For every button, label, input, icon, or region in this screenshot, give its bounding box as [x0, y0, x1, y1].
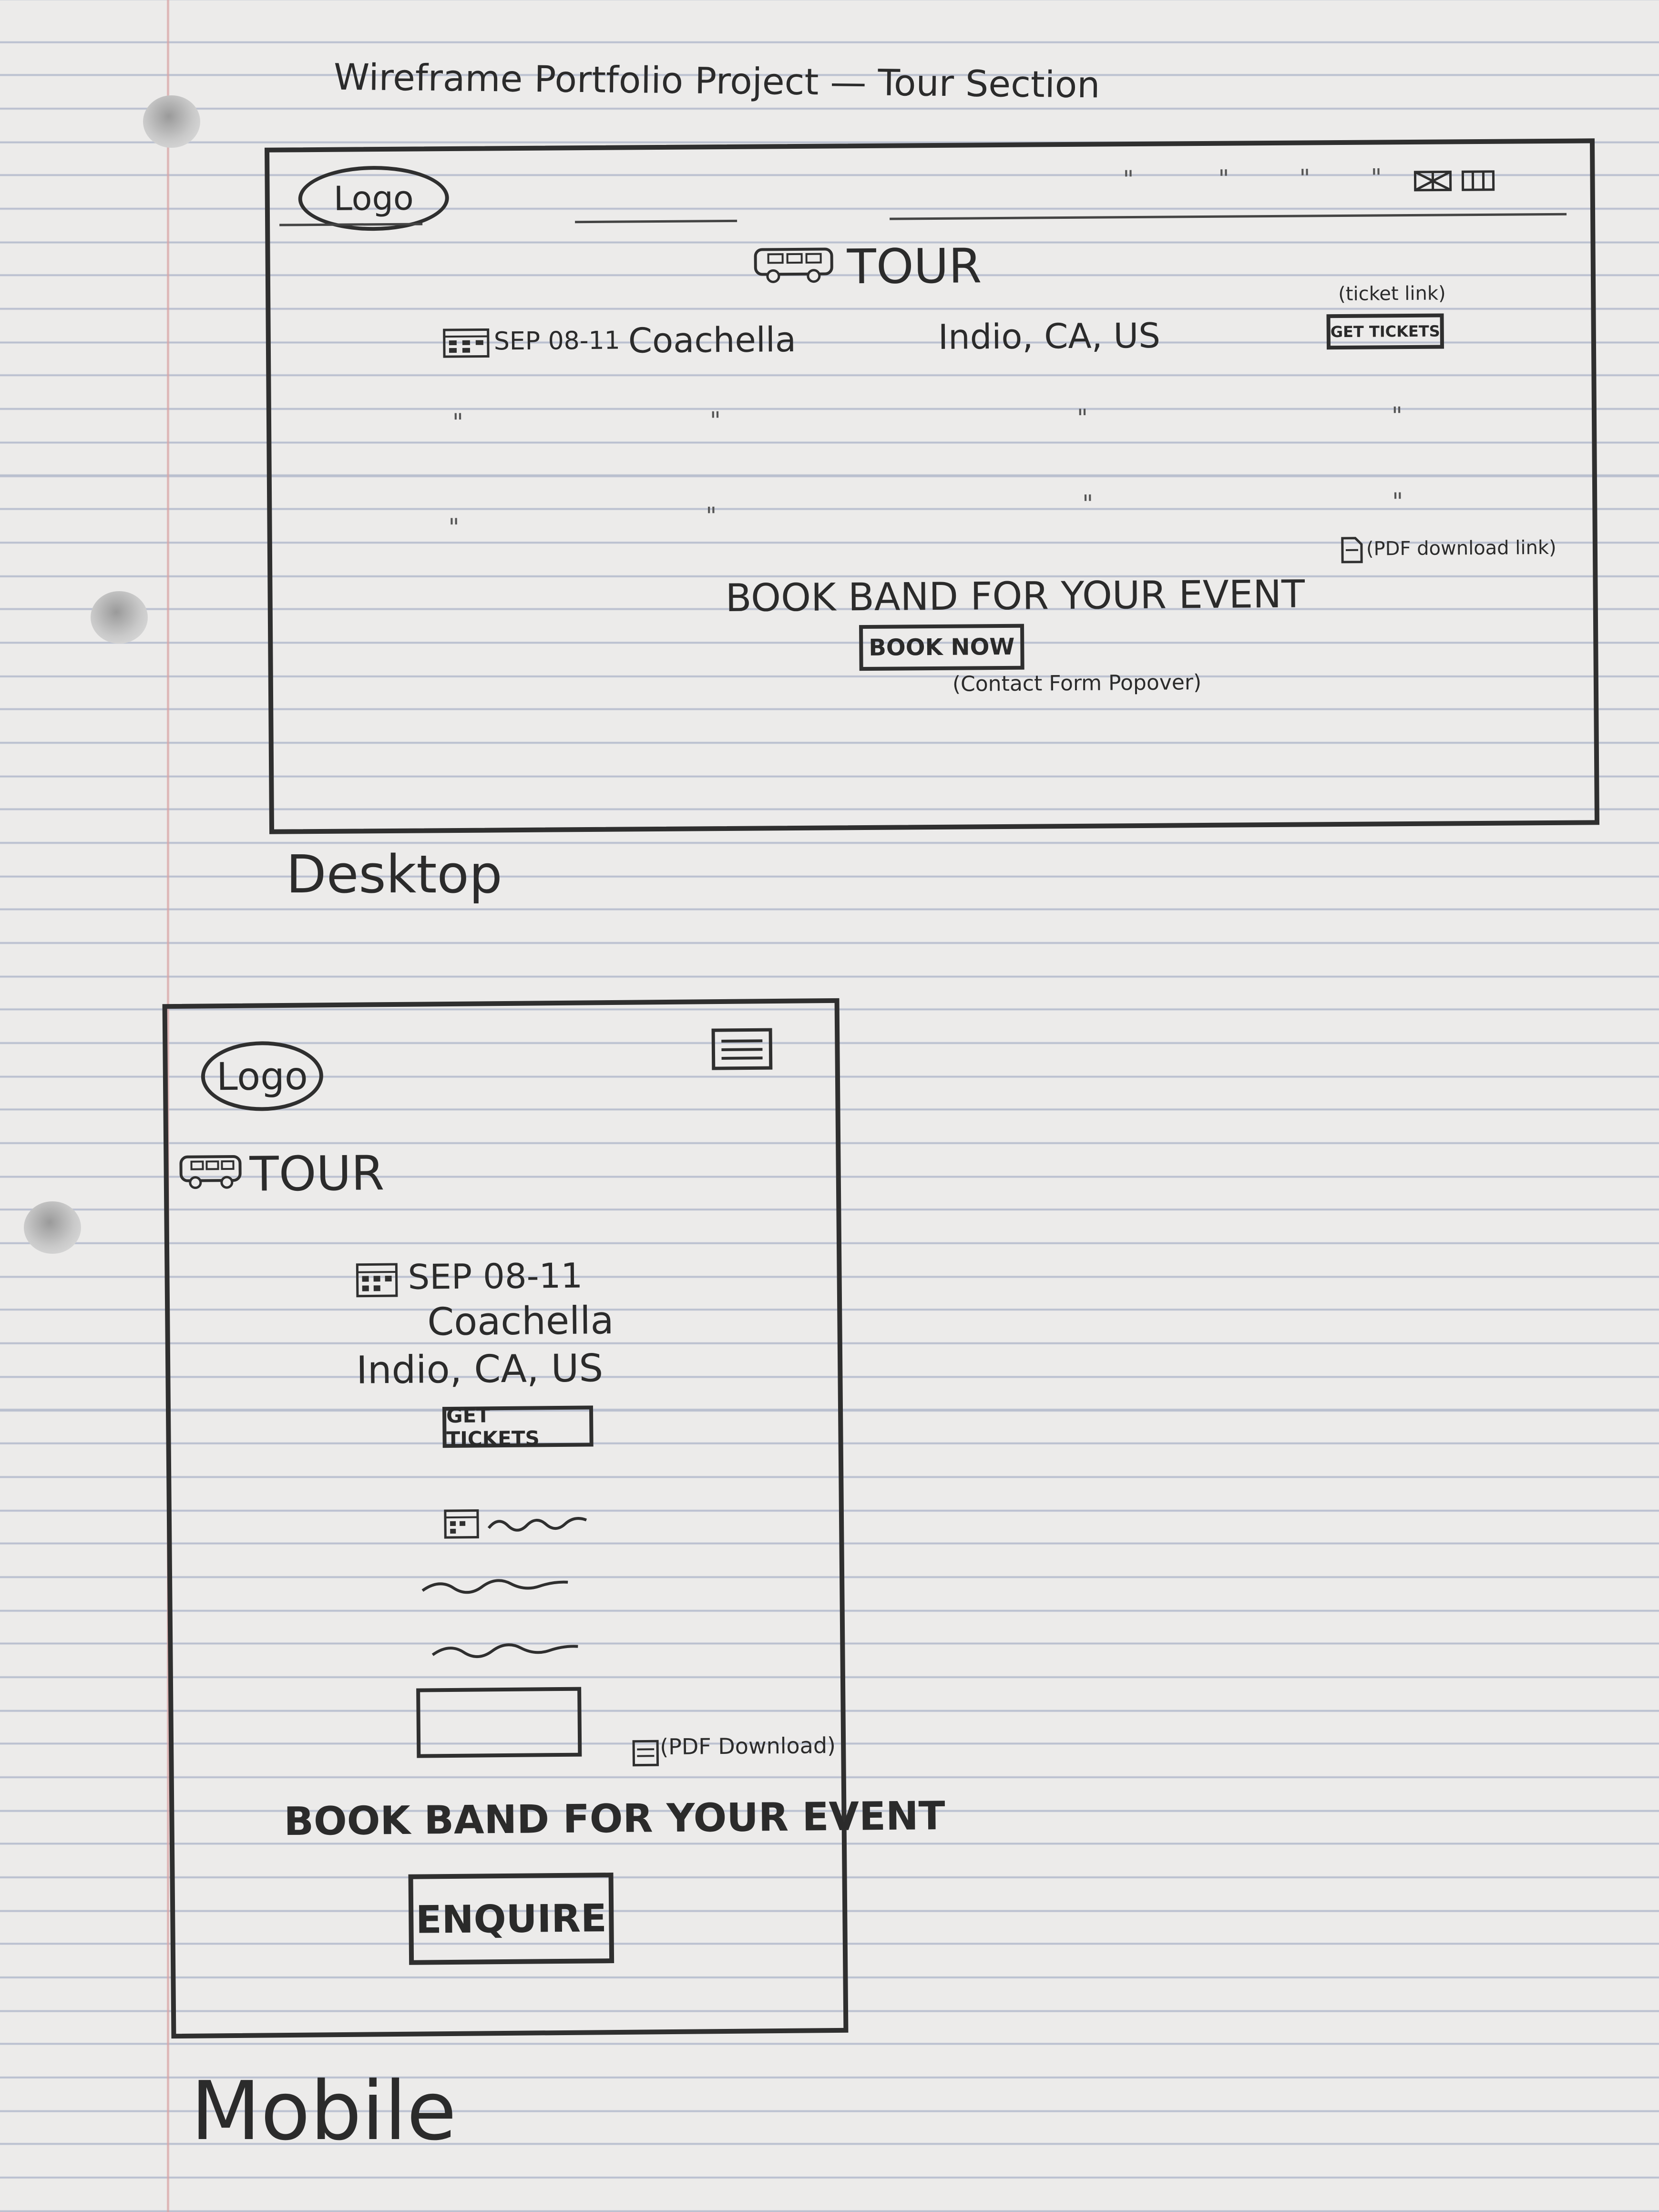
header-divider — [890, 213, 1567, 220]
nav-item[interactable]: " — [1123, 165, 1134, 193]
event-row-ditto: " — [1392, 488, 1403, 516]
desktop-label: Desktop — [286, 844, 502, 905]
punch-hole — [91, 591, 148, 644]
get-tickets-button[interactable]: GET TICKETS — [442, 1403, 594, 1451]
desktop-frame: Logo " " " " TOUR SEP 08-11 Coachella In… — [265, 138, 1599, 834]
event-row-ditto: " — [448, 513, 460, 542]
logo[interactable]: Logo — [201, 1041, 324, 1112]
section-title: TOUR — [249, 1145, 385, 1202]
punch-hole — [24, 1201, 81, 1254]
event-row-ditto: " — [1076, 404, 1088, 432]
get-tickets-button[interactable]: GET TICKETS — [1326, 313, 1444, 350]
ticket-note: (ticket link) — [1338, 282, 1446, 306]
squiggle — [421, 1579, 568, 1594]
squiggle — [431, 1643, 578, 1659]
page-title: Wireframe Portfolio Project — Tour Secti… — [333, 55, 1100, 106]
event-row-ditto: " — [1391, 402, 1403, 430]
mobile-label: Mobile — [191, 2064, 457, 2159]
event-date: SEP 08-11 — [493, 326, 620, 356]
calendar-icon — [443, 328, 490, 358]
menu-icon[interactable] — [1461, 170, 1495, 191]
event-row-ditto: " — [709, 407, 721, 435]
event-location: Indio, CA, US — [938, 315, 1161, 357]
book-heading: BOOK BAND FOR YOUR EVENT — [284, 1793, 946, 1845]
event-row-ditto: " — [706, 502, 717, 530]
squiggle — [487, 1517, 587, 1532]
event-name: Coachella — [427, 1298, 614, 1344]
nav-item[interactable]: " — [1218, 165, 1229, 193]
event-location: Indio, CA, US — [356, 1346, 604, 1393]
pdf-icon[interactable] — [1340, 536, 1364, 564]
enquire-button[interactable]: ENQUIRE — [408, 1873, 614, 1965]
book-heading: BOOK BAND FOR YOUR EVENT — [725, 572, 1305, 621]
book-note: (Contact Form Popover) — [952, 670, 1202, 696]
event-row-ditto: " — [452, 408, 464, 437]
calendar-icon — [356, 1263, 398, 1298]
image-placeholder — [416, 1687, 582, 1758]
bus-icon — [754, 247, 833, 283]
pdf-download-link[interactable]: (PDF download link) — [1366, 537, 1557, 560]
event-date: SEP 08-11 — [408, 1255, 583, 1297]
punch-hole — [143, 95, 200, 148]
header-divider — [575, 219, 737, 224]
pdf-icon[interactable] — [631, 1739, 660, 1768]
logo[interactable]: Logo — [298, 165, 450, 232]
nav-item[interactable]: " — [1371, 164, 1382, 191]
section-title: TOUR — [847, 238, 982, 295]
calendar-icon — [444, 1509, 479, 1539]
event-name: Coachella — [628, 319, 797, 361]
menu-icon[interactable] — [711, 1027, 773, 1071]
bus-icon — [179, 1155, 242, 1189]
flag-icon[interactable] — [1413, 170, 1452, 192]
nav-item[interactable]: " — [1299, 164, 1310, 192]
book-now-button[interactable]: BOOK NOW — [859, 624, 1024, 671]
mobile-frame: Logo TOUR SEP 08-11 Coachella Indio, CA,… — [162, 998, 945, 2039]
pdf-download-link[interactable]: (PDF Download) — [660, 1732, 836, 1760]
event-row-ditto: " — [1082, 490, 1094, 518]
